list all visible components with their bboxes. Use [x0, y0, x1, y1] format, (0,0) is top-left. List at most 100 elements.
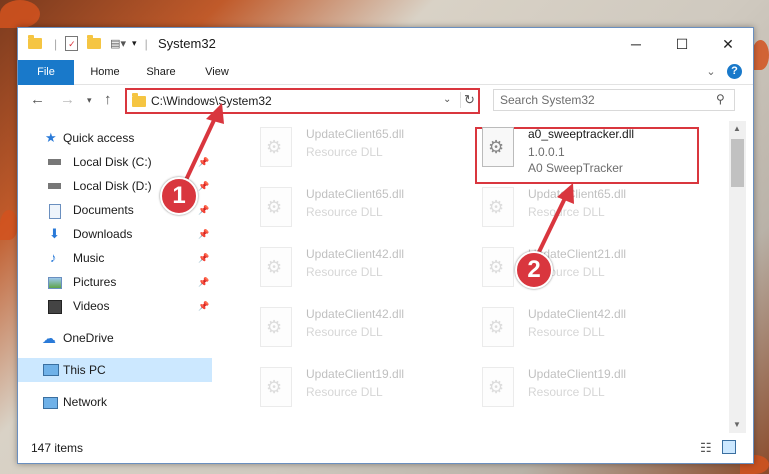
nav-item-quick-access[interactable]: ★ Quick access — [18, 126, 212, 150]
large-icons-view-icon[interactable] — [722, 440, 736, 454]
pin-icon[interactable]: 📌 — [198, 246, 209, 270]
file-item[interactable]: UpdateClient19.dll Resource DLL — [456, 365, 686, 415]
title-bar: | ✓ ▤▾ ▾ | System32 ─ ☐ ✕ — [18, 28, 753, 60]
nav-item-network[interactable]: Network — [18, 390, 212, 414]
address-path[interactable]: C:\Windows\System32 — [151, 94, 272, 108]
videos-icon — [48, 300, 62, 314]
nav-label: Quick access — [63, 131, 135, 145]
file-item-a0-sweeptracker[interactable]: a0_sweeptracker.dll 1.0.0.1 A0 SweepTrac… — [456, 125, 686, 175]
status-bar: 147 items ☷ — [18, 436, 753, 460]
nav-label: Local Disk (C:) — [73, 155, 152, 169]
nav-item-this-pc[interactable]: This PC — [18, 358, 212, 382]
nav-label: Pictures — [73, 275, 117, 289]
tab-share[interactable]: Share — [138, 60, 184, 84]
file-name: UpdateClient42.dll — [306, 247, 405, 261]
toolbar-dropdown-icon[interactable]: ▾ — [132, 38, 137, 49]
new-folder-icon[interactable] — [87, 35, 102, 49]
file-name: UpdateClient65.dll — [306, 127, 405, 141]
ribbon-tabs: File Home Share View ⌄ ? — [18, 60, 753, 110]
nav-item-local-disk-c[interactable]: Local Disk (C:) 📌 — [18, 150, 212, 174]
scroll-thumb[interactable] — [731, 139, 744, 187]
file-type: Resource DLL — [528, 325, 605, 339]
file-name: UpdateClient42.dll — [306, 307, 405, 321]
documents-icon — [49, 204, 61, 219]
file-item[interactable]: UpdateClient19.dll Resource DLL — [234, 365, 464, 415]
nav-item-downloads[interactable]: ⬇ Downloads 📌 — [18, 222, 212, 246]
pin-icon[interactable]: 📌 — [198, 222, 209, 246]
recent-locations-icon[interactable]: ▾ — [87, 95, 92, 106]
background-leaf — [752, 40, 769, 70]
window-title: System32 — [158, 36, 216, 51]
file-type: Resource DLL — [306, 205, 383, 219]
vertical-scrollbar[interactable]: ▲ ▼ — [729, 121, 746, 433]
file-item[interactable]: UpdateClient42.dll Resource DLL — [234, 305, 464, 355]
up-icon[interactable]: ↑ — [104, 91, 112, 108]
search-icon: ⚲ — [716, 92, 725, 106]
help-icon[interactable]: ? — [727, 64, 742, 79]
minimize-button[interactable]: ─ — [613, 28, 659, 60]
star-icon: ★ — [45, 130, 57, 145]
nav-item-pictures[interactable]: Pictures 📌 — [18, 270, 212, 294]
file-item[interactable]: UpdateClient21.dll Resource DLL — [456, 245, 686, 295]
refresh-icon[interactable]: ↻ — [460, 92, 475, 108]
file-type: Resource DLL — [306, 385, 383, 399]
file-item[interactable]: UpdateClient42.dll Resource DLL — [234, 245, 464, 295]
nav-item-onedrive[interactable]: ☁ OneDrive — [18, 326, 212, 350]
navigation-pane: ★ Quick access Local Disk (C:) 📌 Local D… — [18, 121, 212, 433]
pin-icon[interactable]: 📌 — [198, 174, 209, 198]
file-name: UpdateClient65.dll — [528, 187, 627, 201]
quick-access-toolbar: | ✓ ▤▾ ▾ | — [28, 35, 148, 51]
tab-view[interactable]: View — [196, 60, 238, 84]
item-count: 147 items — [31, 441, 84, 455]
close-button[interactable]: ✕ — [705, 28, 751, 60]
nav-item-music[interactable]: ♪ Music 📌 — [18, 246, 212, 270]
scroll-up-icon[interactable]: ▲ — [733, 124, 741, 133]
file-item[interactable]: UpdateClient65.dll Resource DLL — [234, 185, 464, 235]
pictures-icon — [48, 277, 62, 289]
back-icon[interactable]: ← — [30, 91, 45, 108]
nav-label: Local Disk (D:) — [73, 179, 152, 193]
pin-icon[interactable]: 📌 — [198, 150, 209, 174]
address-bar[interactable]: C:\Windows\System32 ⌄ ↻ — [125, 88, 480, 114]
maximize-button[interactable]: ☐ — [659, 28, 705, 60]
dll-file-icon — [260, 367, 292, 407]
file-type: Resource DLL — [306, 325, 383, 339]
dll-file-icon — [260, 307, 292, 347]
dll-file-icon — [260, 127, 292, 167]
forward-icon[interactable]: → — [60, 91, 75, 108]
pin-icon[interactable]: 📌 — [198, 294, 209, 318]
scroll-down-icon[interactable]: ▼ — [733, 420, 741, 429]
music-icon: ♪ — [50, 250, 57, 265]
address-dropdown-icon[interactable]: ⌄ — [443, 94, 451, 105]
file-name: a0_sweeptracker.dll — [528, 127, 635, 141]
dll-file-icon — [482, 127, 514, 167]
pin-icon[interactable]: 📌 — [198, 198, 209, 222]
file-name: UpdateClient42.dll — [528, 307, 627, 321]
file-type: Resource DLL — [306, 145, 383, 159]
file-item[interactable]: UpdateClient65.dll Resource DLL — [234, 125, 464, 175]
callout-2: 2 — [515, 251, 553, 289]
file-version: 1.0.0.1 — [528, 145, 565, 159]
file-item[interactable]: UpdateClient65.dll Resource DLL — [456, 185, 686, 235]
dll-file-icon — [482, 307, 514, 347]
network-icon — [43, 397, 58, 409]
drive-icon — [48, 183, 61, 189]
background-leaf — [0, 210, 18, 240]
tab-home[interactable]: Home — [80, 60, 130, 84]
cloud-icon: ☁ — [42, 330, 56, 346]
nav-item-videos[interactable]: Videos 📌 — [18, 294, 212, 318]
customize-toolbar-icon[interactable]: ▤▾ — [110, 37, 126, 50]
properties-icon[interactable]: ✓ — [65, 36, 79, 51]
drive-icon — [48, 159, 61, 165]
address-row: ← → ▾ ↑ C:\Windows\System32 ⌄ ↻ Search S… — [18, 85, 753, 117]
nav-label: Music — [73, 251, 105, 265]
nav-label: Documents — [73, 203, 134, 217]
details-view-icon[interactable]: ☷ — [700, 440, 712, 456]
file-item[interactable]: UpdateClient42.dll Resource DLL — [456, 305, 686, 355]
search-input[interactable]: Search System32 ⚲ — [493, 89, 735, 111]
file-type: Resource DLL — [306, 265, 383, 279]
explorer-window: | ✓ ▤▾ ▾ | System32 ─ ☐ ✕ File Home Shar… — [17, 27, 754, 464]
file-name: UpdateClient19.dll — [528, 367, 627, 381]
pin-icon[interactable]: 📌 — [198, 270, 209, 294]
ribbon-collapse-icon[interactable]: ⌄ — [703, 60, 719, 84]
